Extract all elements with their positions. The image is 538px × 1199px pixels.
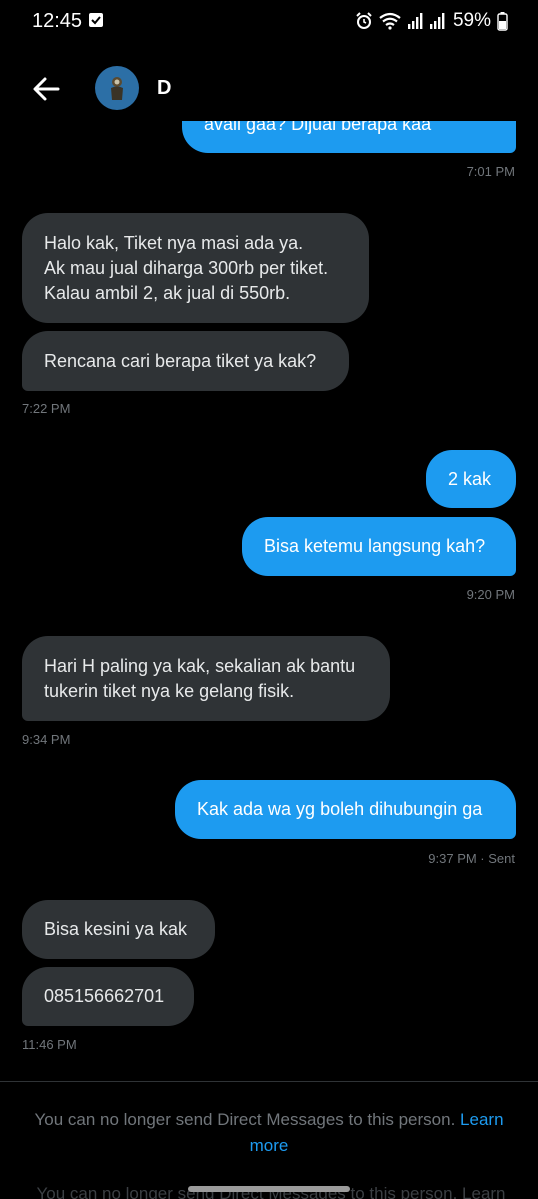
message-text-line: Ak mau jual diharga 300rb per tiket. (44, 257, 329, 278)
message-bubble-outgoing[interactable]: 2 kak (426, 450, 516, 508)
message-text: avail gaa? Dijual berapa kaa (204, 121, 432, 134)
arrow-left-icon[interactable] (30, 73, 62, 105)
message-text: Bisa kesini ya kak (44, 919, 188, 939)
message-text: 2 kak (448, 468, 492, 489)
message-timestamp: 11:46 PM (22, 1037, 77, 1052)
message-text-line: Halo kak, Tiket nya masi ada ya. (44, 232, 304, 253)
message-text-line: Hari H paling ya kak, sekalian ak bantu (44, 655, 356, 676)
message-text-line: Kalau ambil 2, ak jual di 550rb. (44, 282, 291, 303)
message-text: Bisa ketemu langsung kah? (264, 536, 486, 556)
battery-percent: 59% (452, 10, 491, 31)
message-bubble-incoming[interactable]: Bisa kesini ya kak (22, 900, 215, 959)
conversation-header: D (0, 55, 538, 121)
message-bubble-outgoing[interactable]: avail gaa? Dijual berapa kaa (182, 121, 516, 153)
signal-icon (429, 13, 445, 29)
status-icons: 59% (355, 10, 508, 32)
message-bubble-outgoing[interactable]: Bisa ketemu langsung kah? (242, 517, 516, 576)
home-indicator[interactable] (188, 1186, 350, 1192)
message-text: 085156662701 (44, 986, 165, 1006)
message-list[interactable]: avail gaa? Dijual berapa kaa 7:01 PM Hal… (0, 121, 538, 1081)
wifi-icon (379, 12, 401, 30)
status-time: 12:45 (32, 10, 83, 32)
signal-icon (407, 13, 423, 29)
checkbox-notification-icon (89, 13, 103, 27)
message-text: Rencana cari berapa tiket ya kak? (44, 350, 317, 371)
dm-disabled-notice: You can no longer send Direct Messages t… (18, 1107, 520, 1159)
message-bubble-incoming[interactable]: Hari H paling ya kak, sekalian ak bantu … (22, 636, 390, 721)
message-bubble-incoming[interactable]: 085156662701 (22, 967, 194, 1026)
message-timestamp: 9:20 PM (466, 587, 515, 602)
message-bubble-outgoing[interactable]: Kak ada wa yg boleh dihubungin ga (175, 780, 516, 839)
message-bubble-incoming[interactable]: Rencana cari berapa tiket ya kak? (22, 331, 349, 391)
dm-disabled-text: You can no longer send Direct Messages t… (34, 1110, 456, 1129)
contact-name[interactable]: D (157, 77, 171, 100)
message-timestamp: 7:01 PM (466, 164, 515, 179)
message-timestamp: 7:22 PM (22, 401, 71, 416)
alarm-icon (356, 12, 372, 29)
battery-icon (497, 11, 508, 31)
message-text-line: tukerin tiket nya ke gelang fisik. (44, 680, 295, 701)
message-timestamp: 9:37 PM · Sent (428, 851, 515, 866)
message-bubble-incoming[interactable]: Halo kak, Tiket nya masi ada ya. Ak mau … (22, 213, 369, 323)
message-text: Kak ada wa yg boleh dihubungin ga (197, 799, 483, 819)
status-bar: 12:45 59% (0, 0, 538, 44)
message-timestamp: 9:34 PM (22, 732, 71, 747)
footer-divider (0, 1081, 538, 1082)
avatar[interactable] (95, 66, 139, 110)
